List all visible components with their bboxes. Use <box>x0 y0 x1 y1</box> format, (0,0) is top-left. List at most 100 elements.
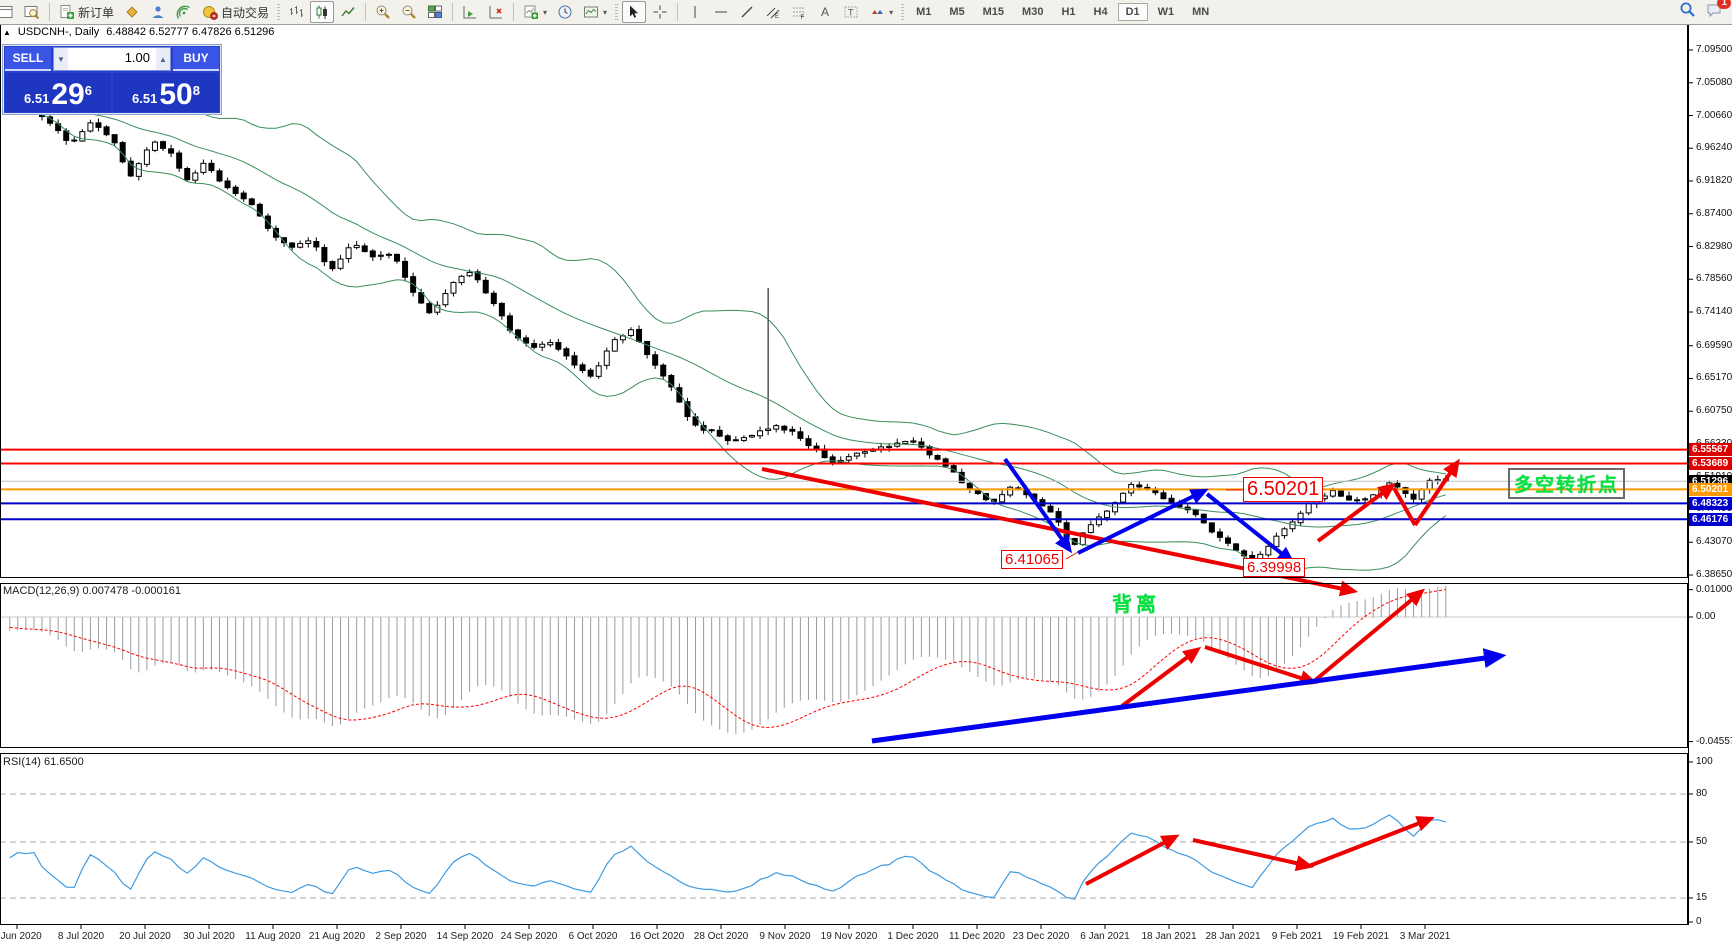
trendline-tool-icon[interactable] <box>735 1 759 23</box>
auto-scroll-icon[interactable] <box>458 1 482 23</box>
price-marker-badge: 6.46176 <box>1689 513 1732 526</box>
timeframe-m30[interactable]: M30 <box>1014 3 1051 21</box>
rsi-tick-label: 15 <box>1696 892 1707 903</box>
timeframe-w1[interactable]: W1 <box>1150 3 1183 21</box>
ask-price-sup: 8 <box>193 83 200 98</box>
buy-button[interactable]: BUY <box>173 47 219 71</box>
date-tick-label: 3 Mar 2021 <box>1400 931 1451 942</box>
sell-button[interactable]: SELL <box>5 47 51 71</box>
volume-increase-button[interactable]: ▲ <box>156 48 170 70</box>
auto-trading-button[interactable]: 自动交易 <box>198 1 273 23</box>
date-tick-label: 28 Oct 2020 <box>694 931 748 942</box>
price-tick-label: 6.43070 <box>1696 536 1732 547</box>
candlestick-chart-icon[interactable] <box>310 1 334 23</box>
date-tick-label: 24 Sep 2020 <box>501 931 558 942</box>
equidistant-channel-tool-icon[interactable]: E <box>761 1 785 23</box>
notification-badge: 1 <box>1717 0 1731 9</box>
text-tool-icon[interactable]: A <box>813 1 837 23</box>
price-tick-label: 6.78560 <box>1696 273 1732 284</box>
rsi-tick-label: 50 <box>1696 836 1707 847</box>
bid-price-tile[interactable]: 6.51 29 6 <box>5 73 111 112</box>
notifications-icon[interactable]: 1 <box>1706 2 1724 23</box>
chart-shift-icon[interactable] <box>484 1 508 23</box>
price-tick-label: 7.05080 <box>1696 77 1732 88</box>
svg-text:E: E <box>775 14 779 20</box>
date-tick-label: 1 Dec 2020 <box>887 931 938 942</box>
cursor-tool-icon[interactable] <box>622 1 646 23</box>
chart-title: ▲ USDCNH-, Daily 6.48842 6.52777 6.47826… <box>3 26 274 38</box>
price-tick-label: 6.87400 <box>1696 208 1732 219</box>
bid-price-sup: 6 <box>85 83 92 98</box>
bid-price-big: 29 <box>51 80 84 110</box>
rsi-tick-label: 0 <box>1696 916 1702 927</box>
date-tick-label: 8 Jul 2020 <box>58 931 104 942</box>
annotation-divergence[interactable]: 背离 <box>1112 588 1160 617</box>
fibonacci-tool-icon[interactable]: F <box>787 1 811 23</box>
price-tick-label: 6.91820 <box>1696 175 1732 186</box>
crosshair-tool-icon[interactable] <box>648 1 672 23</box>
svg-text:F: F <box>801 15 805 20</box>
clock-icon[interactable] <box>553 1 577 23</box>
annotation-low1-price[interactable]: 6.41065 <box>1001 550 1063 569</box>
price-tick-label: 6.96240 <box>1696 142 1732 153</box>
chart-templates-icon[interactable]: ▾ <box>579 1 611 23</box>
text-label-tool-icon[interactable]: T <box>839 1 863 23</box>
price-marker-badge: 6.50201 <box>1689 483 1732 496</box>
price-marker-badge: 6.53689 <box>1689 457 1732 470</box>
auto-trading-icon <box>202 4 218 20</box>
volume-value[interactable]: 1.00 <box>68 48 156 70</box>
date-tick-label: 14 Sep 2020 <box>437 931 494 942</box>
horizontal-line-tool-icon[interactable] <box>709 1 733 23</box>
date-tick-label: 19 Feb 2021 <box>1333 931 1389 942</box>
chart-window-icon[interactable] <box>0 1 18 23</box>
date-tick-label: 28 Jan 2021 <box>1205 931 1260 942</box>
bar-chart-icon[interactable] <box>284 1 308 23</box>
timeframe-d1[interactable]: D1 <box>1118 3 1148 21</box>
date-tick-label: 11 Dec 2020 <box>949 931 1005 942</box>
price-tick-label: 6.82980 <box>1696 241 1732 252</box>
timeframe-m1[interactable]: M1 <box>908 3 939 21</box>
volume-decrease-button[interactable]: ▼ <box>54 48 68 70</box>
symbol-period-label: USDCNH-, Daily <box>18 26 99 38</box>
zoom-out-icon[interactable] <box>397 1 421 23</box>
timeframe-group: M1M5M15M30H1H4D1W1MN <box>907 3 1218 21</box>
collapse-triangle-icon[interactable]: ▲ <box>3 28 11 37</box>
new-order-icon <box>59 4 75 20</box>
date-tick-label: 16 Oct 2020 <box>630 931 684 942</box>
vertical-line-tool-icon[interactable] <box>683 1 707 23</box>
signals-icon[interactable] <box>172 1 196 23</box>
mql5-community-icon[interactable] <box>146 1 170 23</box>
annotation-turning-point[interactable]: 多空转折点 <box>1508 468 1625 499</box>
timeframe-mn[interactable]: MN <box>1184 3 1217 21</box>
date-tick-label: 20 Jul 2020 <box>119 931 171 942</box>
timeframe-m5[interactable]: M5 <box>941 3 972 21</box>
toolbar-grip <box>277 4 280 20</box>
timeframe-h1[interactable]: H1 <box>1053 3 1083 21</box>
annotation-low2-price[interactable]: 6.39998 <box>1243 558 1305 577</box>
ask-price-tile[interactable]: 6.51 50 8 <box>113 73 219 112</box>
zoom-in-icon[interactable] <box>371 1 395 23</box>
price-tick-label: 7.00660 <box>1696 110 1732 121</box>
data-window-icon[interactable] <box>20 1 44 23</box>
price-tick-label: 6.74140 <box>1696 306 1732 317</box>
toolbar-right-group: 1 <box>1679 1 1724 23</box>
date-tick-label: 23 Dec 2020 <box>1013 931 1070 942</box>
toolbar-separator <box>452 3 453 21</box>
new-chart-icon[interactable]: ▾ <box>519 1 551 23</box>
volume-spinner: ▼ 1.00 ▲ <box>53 47 171 71</box>
market-watch-icon[interactable] <box>120 1 144 23</box>
timeframe-m15[interactable]: M15 <box>975 3 1012 21</box>
line-chart-icon[interactable] <box>336 1 360 23</box>
timeframe-h4[interactable]: H4 <box>1086 3 1116 21</box>
annotation-resistance-price[interactable]: 6.50201 <box>1243 477 1323 502</box>
new-order-button[interactable]: 新订单 <box>55 1 118 23</box>
search-icon[interactable] <box>1679 1 1696 23</box>
chart-canvas[interactable] <box>0 0 1732 947</box>
macd-label: MACD(12,26,9) 0.007478 -0.000161 <box>3 585 181 597</box>
auto-trading-label: 自动交易 <box>221 4 269 21</box>
ask-price-small: 6.51 <box>132 91 157 106</box>
price-marker-badge: 6.55567 <box>1689 443 1732 456</box>
arrows-tool-icon[interactable]: ▾ <box>865 1 897 23</box>
tile-windows-icon[interactable] <box>423 1 447 23</box>
one-click-trading-panel: SELL ▼ 1.00 ▲ BUY 6.51 29 6 6.51 50 8 <box>2 44 222 115</box>
